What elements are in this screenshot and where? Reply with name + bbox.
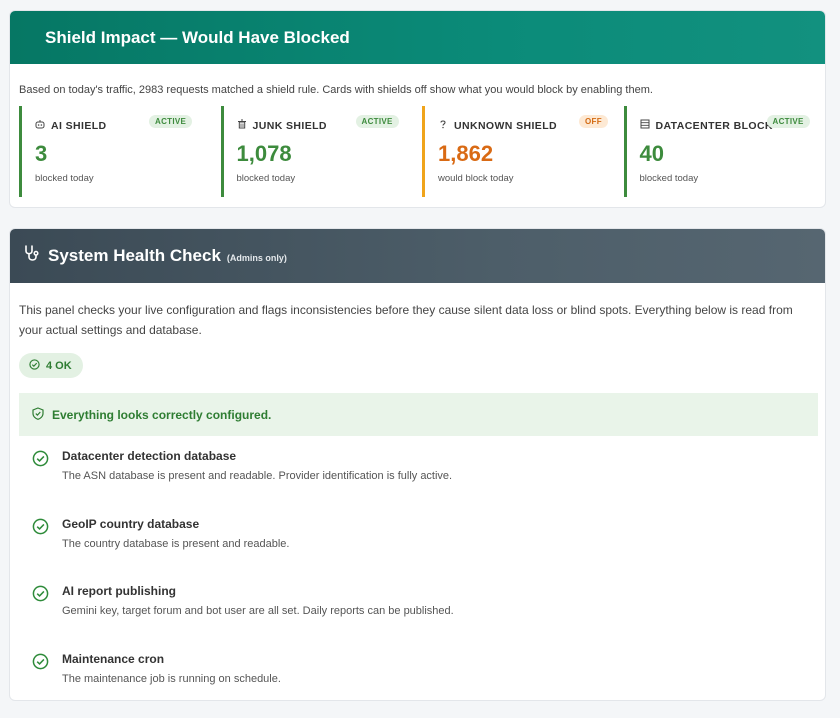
shield-card-label: JUNK SHIELD — [252, 119, 327, 132]
shield-card-unknown: UNKNOWN SHIELD OFF 1,862 would block tod… — [422, 106, 624, 197]
health-check-list: Datacenter detection database The ASN da… — [32, 437, 454, 701]
list-item: Datacenter detection database The ASN da… — [32, 437, 454, 505]
check-circle-icon — [32, 450, 49, 472]
trash-icon — [237, 119, 247, 132]
shield-card-label: DATACENTER BLOCK — [655, 119, 773, 132]
shield-card-sub: blocked today — [35, 173, 94, 184]
check-circle-icon — [32, 585, 49, 607]
shield-impact-title: Shield Impact — Would Have Blocked — [45, 27, 350, 47]
health-check-desc: The maintenance job is running on schedu… — [62, 672, 281, 685]
status-badge: ACTIVE — [355, 115, 399, 128]
system-health-header: System Health Check (Admins only) — [10, 229, 825, 283]
shield-card-label: UNKNOWN SHIELD — [454, 119, 558, 132]
system-health-subtitle: (Admins only) — [226, 253, 287, 263]
question-icon — [438, 119, 448, 132]
check-circle-icon — [29, 358, 40, 373]
ok-count-badge: 4 OK — [19, 353, 83, 378]
shield-check-icon — [32, 406, 44, 423]
robot-icon — [35, 119, 45, 132]
ok-count-label: 4 OK — [46, 359, 72, 372]
shield-card-ai: AI SHIELD ACTIVE 3 blocked today — [19, 106, 221, 197]
shield-card-label: AI SHIELD — [51, 119, 107, 132]
shield-card-value: 1,862 — [438, 141, 494, 166]
health-check-desc: The ASN database is present and readable… — [62, 470, 453, 482]
list-item: AI report publishing Gemini key, target … — [32, 572, 454, 640]
shield-card-sub: blocked today — [236, 173, 296, 184]
config-ok-banner: Everything looks correctly configured. — [19, 393, 818, 436]
health-check-title: Maintenance cron — [62, 651, 165, 666]
shield-cards: AI SHIELD ACTIVE 3 blocked today JUNK SH… — [10, 106, 825, 197]
shield-card-sub: would block today — [438, 173, 514, 184]
system-health-panel: System Health Check (Admins only) This p… — [9, 228, 826, 701]
shield-card-value: 1,078 — [236, 141, 292, 166]
shield-impact-header: Shield Impact — Would Have Blocked — [10, 11, 825, 64]
health-check-title: AI report publishing — [62, 584, 176, 598]
shield-impact-description: Based on today's traffic, 2983 requests … — [19, 84, 653, 96]
system-health-description: This panel checks your live configuratio… — [19, 303, 793, 337]
system-health-title: System Health Check — [48, 246, 221, 265]
health-check-title: Datacenter detection database — [62, 449, 237, 463]
shield-card-value: 40 — [639, 141, 664, 166]
check-circle-icon — [32, 653, 49, 675]
status-badge: ACTIVE — [766, 115, 810, 128]
shield-card-junk: JUNK SHIELD ACTIVE 1,078 blocked today — [220, 106, 423, 197]
check-circle-icon — [32, 518, 49, 540]
list-item: GeoIP country database The country datab… — [32, 505, 454, 573]
shield-card-datacenter: DATACENTER BLOCK ACTIVE 40 blocked today — [623, 106, 826, 197]
stethoscope-icon — [22, 244, 42, 269]
health-check-title: GeoIP country database — [62, 516, 200, 531]
server-icon — [640, 119, 650, 132]
list-item: Maintenance cron The maintenance job is … — [32, 640, 454, 701]
shield-card-sub: blocked today — [639, 173, 699, 184]
shield-impact-panel: Shield Impact — Would Have Blocked Based… — [9, 10, 826, 208]
config-ok-banner-text: Everything looks correctly configured. — [52, 407, 272, 422]
status-badge: OFF — [579, 115, 608, 128]
health-check-desc: Gemini key, target forum and bot user ar… — [62, 605, 454, 617]
health-check-desc: The country database is present and read… — [62, 537, 290, 550]
shield-card-value: 3 — [35, 141, 48, 166]
status-badge: ACTIVE — [149, 115, 193, 128]
